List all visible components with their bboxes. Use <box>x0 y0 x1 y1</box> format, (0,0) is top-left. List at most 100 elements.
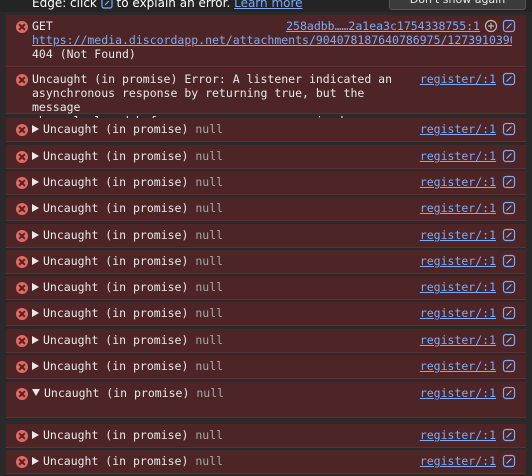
copilot-explain-icon[interactable] <box>502 386 516 400</box>
console-error-promise[interactable]: Uncaught (in promise) null register/:1 <box>6 302 526 326</box>
console-error-promise[interactable]: Uncaught (in promise) null register/:1 <box>6 145 526 169</box>
collapsed-triangle-icon[interactable] <box>32 362 39 370</box>
source-link[interactable]: 258adbb……2a1ea3c1754338755:1 <box>286 19 480 33</box>
console-error-promise[interactable]: Uncaught (in promise) null register/:1 <box>6 329 526 353</box>
console-error-promise[interactable]: Uncaught (in promise) null register/:1 <box>6 171 526 195</box>
source-link[interactable]: register/:1 <box>420 428 496 442</box>
console-error-promise[interactable]: Uncaught (in promise) null register/:1 <box>6 250 526 274</box>
console-error-promise[interactable]: Uncaught (in promise) null register/:1 <box>6 424 526 448</box>
error-message: Uncaught (in promise) null <box>32 122 406 136</box>
copilot-explain-icon[interactable] <box>502 333 516 347</box>
copilot-explain-icon[interactable] <box>502 228 516 242</box>
console-error-promise[interactable]: Uncaught (in promise) null register/:1 <box>6 197 526 221</box>
collapsed-triangle-icon[interactable] <box>32 178 39 186</box>
copilot-explain-icon[interactable] <box>502 149 516 163</box>
error-value: null <box>196 386 225 400</box>
console-error-promise[interactable]: Uncaught (in promise) null register/:1 <box>6 355 526 379</box>
error-message: Uncaught (in promise) null <box>32 280 406 294</box>
banner-text: Edge: click to explain an error. Learn m… <box>32 0 303 10</box>
error-icon <box>16 124 28 136</box>
network-icon[interactable] <box>484 19 498 33</box>
copilot-explain-icon[interactable] <box>502 72 516 86</box>
error-icon <box>16 74 28 86</box>
collapsed-triangle-icon[interactable] <box>32 336 39 344</box>
copilot-explain-icon[interactable] <box>502 122 516 136</box>
copilot-explain-icon[interactable] <box>502 254 516 268</box>
copilot-explain-icon[interactable] <box>502 428 516 442</box>
console-error-promise[interactable]: Uncaught (in promise) null register/:1 <box>6 382 526 418</box>
dont-show-again-button[interactable]: Don't show again <box>389 0 526 10</box>
error-icon <box>16 456 28 468</box>
copilot-explain-icon[interactable] <box>502 201 516 215</box>
learn-more-link[interactable]: Learn more <box>234 0 302 10</box>
collapsed-triangle-icon[interactable] <box>32 204 39 212</box>
source-link[interactable]: register/:1 <box>420 122 496 136</box>
error-value: null <box>195 280 224 294</box>
error-label: Uncaught (in promise) <box>43 149 189 163</box>
request-url-link[interactable]: https://media.discordapp.net/attachments… <box>32 33 512 47</box>
error-message-line: Uncaught (in promise) Error: A listener … <box>32 72 393 86</box>
console-error-promise[interactable]: Uncaught (in promise) null register/:1 <box>6 276 526 300</box>
error-message: Uncaught (in promise) null <box>32 149 406 163</box>
error-icon <box>16 282 28 294</box>
error-label: Uncaught (in promise) <box>43 454 189 468</box>
error-value: null <box>195 175 224 189</box>
console-error-promise[interactable]: Uncaught (in promise) null register/:1 <box>6 450 526 474</box>
error-message: Uncaught (in promise) null <box>32 428 406 442</box>
collapsed-triangle-icon[interactable] <box>32 152 39 160</box>
error-message-line: asynchronous response by returning true,… <box>32 86 365 114</box>
collapsed-triangle-icon[interactable] <box>32 457 39 465</box>
source-link[interactable]: register/:1 <box>420 175 496 189</box>
collapsed-triangle-icon[interactable] <box>32 125 39 133</box>
error-icon <box>16 361 28 373</box>
error-label: Uncaught (in promise) <box>43 122 189 136</box>
collapsed-triangle-icon[interactable] <box>32 283 39 291</box>
source-link[interactable]: register/:1 <box>420 306 496 320</box>
error-icon <box>16 308 28 320</box>
banner-text-start: Edge: click <box>32 0 97 10</box>
error-message: Uncaught (in promise) null <box>32 175 406 189</box>
source-link[interactable]: register/:1 <box>420 386 496 400</box>
source-link[interactable]: register/:1 <box>420 454 496 468</box>
error-label: Uncaught (in promise) <box>43 333 189 347</box>
expanded-triangle-icon[interactable] <box>32 389 40 396</box>
error-label: Uncaught (in promise) <box>43 254 189 268</box>
error-value: null <box>195 333 224 347</box>
copilot-explain-icon[interactable] <box>502 280 516 294</box>
console-error-listener: Uncaught (in promise) Error: A listener … <box>6 68 526 128</box>
source-link[interactable]: register/:1 <box>420 149 496 163</box>
error-label: Uncaught (in promise) <box>43 428 189 442</box>
error-icon <box>16 256 28 268</box>
copilot-explain-icon[interactable] <box>502 306 516 320</box>
error-message: Uncaught (in promise) null <box>32 386 406 400</box>
collapsed-triangle-icon[interactable] <box>32 309 39 317</box>
copilot-explain-icon[interactable] <box>502 454 516 468</box>
collapsed-triangle-icon[interactable] <box>32 257 39 265</box>
copilot-explain-icon[interactable] <box>502 359 516 373</box>
source-link[interactable]: register/:1 <box>420 72 496 86</box>
source-link[interactable]: register/:1 <box>420 228 496 242</box>
console-error-get: GET https://media.discordapp.net/attachm… <box>6 15 526 67</box>
copilot-explain-icon[interactable] <box>502 19 516 33</box>
source-link[interactable]: register/:1 <box>420 280 496 294</box>
collapsed-triangle-icon[interactable] <box>32 431 39 439</box>
error-message: Uncaught (in promise) null <box>32 254 406 268</box>
error-icon <box>16 430 28 442</box>
error-icon <box>16 151 28 163</box>
source-link[interactable]: register/:1 <box>420 254 496 268</box>
error-value: null <box>195 201 224 215</box>
error-icon <box>16 335 28 347</box>
error-message: Uncaught (in promise) null <box>32 454 406 468</box>
source-link[interactable]: register/:1 <box>420 333 496 347</box>
collapsed-triangle-icon[interactable] <box>32 231 39 239</box>
error-value: null <box>195 359 224 373</box>
copilot-explain-icon <box>101 0 113 9</box>
error-icon <box>16 230 28 242</box>
console-error-promise[interactable]: Uncaught (in promise) null register/:1 <box>6 118 526 142</box>
console-error-promise[interactable]: Uncaught (in promise) null register/:1 <box>6 224 526 248</box>
error-icon <box>16 21 28 33</box>
copilot-explain-icon[interactable] <box>502 175 516 189</box>
source-link[interactable]: register/:1 <box>420 201 496 215</box>
copilot-banner: Edge: click to explain an error. Learn m… <box>0 0 532 12</box>
source-link[interactable]: register/:1 <box>420 359 496 373</box>
